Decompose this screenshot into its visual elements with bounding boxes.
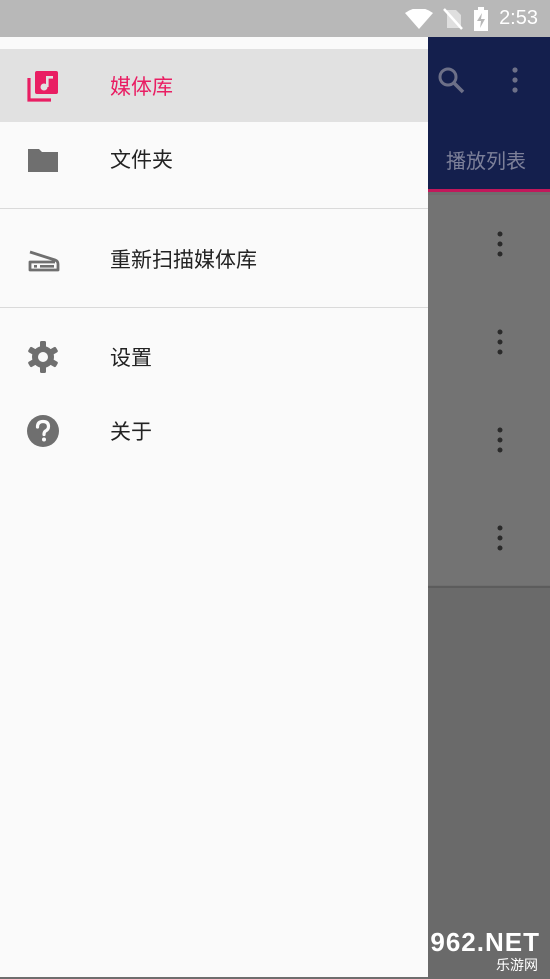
more-vert-icon[interactable] [496, 427, 504, 453]
help-icon [27, 415, 59, 447]
nav-item-label: 设置 [110, 346, 152, 370]
more-vert-icon[interactable] [496, 231, 504, 257]
app-toolbar: 播放列表 [428, 37, 550, 192]
nav-item-rescan[interactable]: 重新扫描媒体库 [0, 222, 428, 295]
folder-icon [28, 149, 58, 172]
nav-item-label: 关于 [110, 420, 152, 444]
more-vert-icon[interactable] [508, 65, 522, 95]
status-bar: 2:53 [0, 0, 550, 37]
more-vert-icon[interactable] [496, 329, 504, 355]
list-item[interactable] [428, 293, 550, 391]
nav-item-about[interactable]: 关于 [0, 394, 428, 467]
nav-item-label: 媒体库 [110, 75, 173, 99]
wifi-icon [405, 8, 434, 29]
no-sim-icon [443, 7, 463, 30]
playlist-list [428, 195, 550, 585]
watermark-subtext: 乐游网 [496, 958, 538, 974]
watermark-logo: 962.NET 乐游网 [416, 927, 546, 974]
divider [0, 307, 428, 308]
navigation-drawer: 媒体库 文件夹 重新扫描媒体库 设置 关于 [0, 37, 428, 977]
nav-item-settings[interactable]: 设置 [0, 320, 428, 393]
library-music-icon [27, 71, 58, 102]
divider [0, 208, 428, 209]
list-item[interactable] [428, 489, 550, 587]
tab-indicator [428, 189, 550, 192]
clock: 2:53 [499, 7, 538, 29]
scanner-icon [28, 250, 60, 272]
list-item[interactable] [428, 391, 550, 489]
nav-item-folders[interactable]: 文件夹 [0, 122, 428, 195]
search-icon[interactable] [436, 65, 466, 95]
gear-icon [28, 341, 58, 373]
more-vert-icon[interactable] [496, 525, 504, 551]
nav-item-label: 文件夹 [110, 148, 173, 172]
battery-charging-icon [474, 6, 489, 31]
nav-item-library[interactable]: 媒体库 [0, 49, 428, 122]
drawer-header [0, 37, 428, 49]
tab-playlists[interactable]: 播放列表 [446, 145, 526, 174]
nav-item-label: 重新扫描媒体库 [110, 248, 257, 272]
watermark-text: 962.NET [430, 927, 540, 957]
list-item[interactable] [428, 195, 550, 293]
empty-area [428, 586, 550, 979]
